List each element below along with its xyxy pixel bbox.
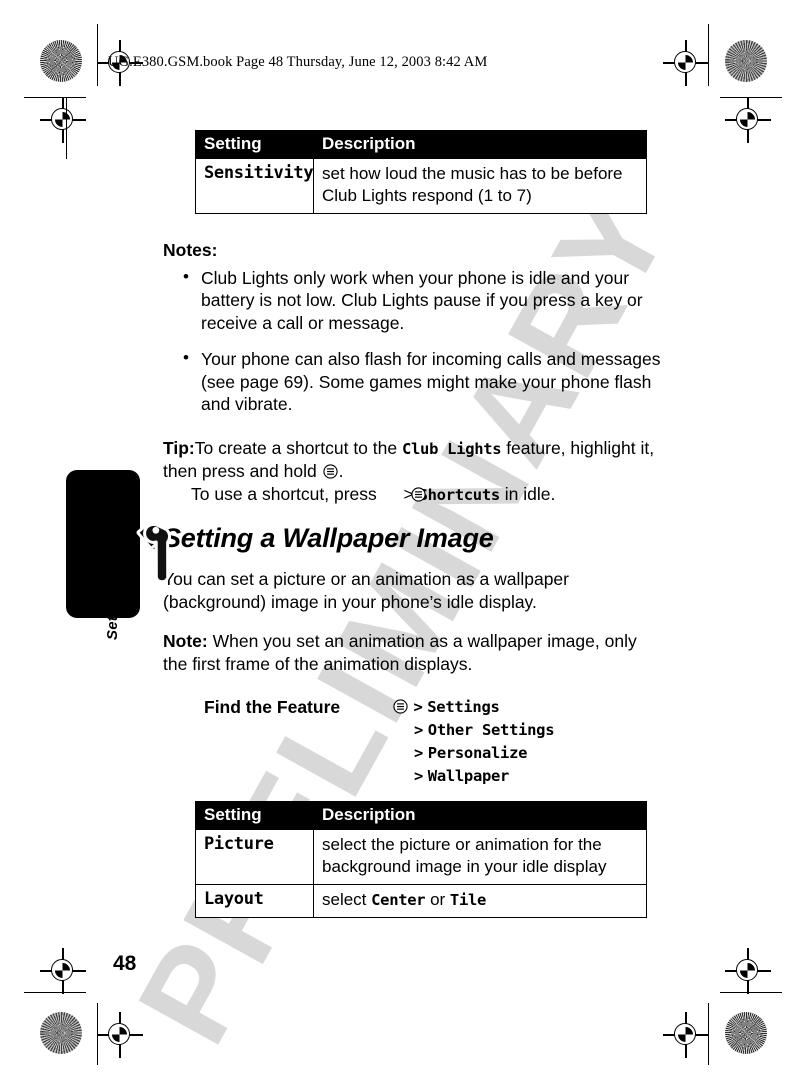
page-number: 48 (113, 952, 137, 975)
tip-paragraph-second: To use a shortcut, press > Shortcuts in … (163, 483, 663, 506)
notes-list: • Club Lights only work when your phone … (163, 267, 663, 417)
tip-feature-name: Club Lights (401, 440, 502, 458)
crosshair-mark (40, 97, 86, 143)
option-center: Center (371, 890, 426, 909)
rosette-mark (725, 1012, 767, 1054)
menu-path-row: > Settings (392, 697, 554, 720)
club-lights-settings-table: Setting Description Sensitivity set how … (195, 130, 647, 214)
menu-separator: > (414, 767, 424, 786)
rosette-mark (40, 1012, 82, 1054)
chapter-label: Setting Up Your Phone (104, 473, 121, 640)
description-conjunction: or (425, 889, 450, 909)
trim-line (66, 97, 68, 159)
column-header-description: Description (313, 801, 647, 831)
rosette-mark (725, 40, 767, 82)
menu-path-item-personalize: Personalize (427, 744, 528, 763)
menu-key-icon (383, 485, 426, 502)
bullet-icon: • (183, 347, 189, 367)
setting-description: set how loud the music has to be before … (313, 158, 647, 214)
tip-text-end: . (338, 460, 344, 481)
wrench-screwdriver-icon (136, 523, 171, 584)
rosette-mark (40, 40, 82, 82)
section-note: Note: When you set an animation as a wal… (163, 630, 663, 676)
trim-line (720, 992, 782, 994)
menu-path-row: > Other Settings (392, 720, 555, 743)
bullet-icon: • (183, 266, 189, 286)
trim-line (97, 1003, 99, 1065)
table-row: Sensitivity set how loud the music has t… (195, 158, 647, 214)
section-heading: Setting a Wallpaper Image (163, 523, 494, 554)
column-header-setting: Setting (195, 130, 314, 159)
crosshair-mark (663, 40, 709, 86)
tip-label: Tip: (163, 438, 195, 458)
menu-path: > Settings > Other Settings > Personaliz… (392, 697, 555, 789)
crosshair-mark (663, 1012, 709, 1058)
tip-text-before: To create a shortcut to the (194, 438, 402, 458)
crosshair-mark (725, 948, 771, 994)
menu-separator: > (413, 698, 423, 717)
crosshair-mark (97, 1012, 143, 1058)
find-the-feature-label: Find the Feature (204, 697, 341, 718)
setting-description: select the picture or animation for the … (313, 829, 647, 885)
tip2-menu-name: Shortcuts (418, 485, 501, 504)
trim-line (24, 97, 86, 99)
content-column: Setting Description Sensitivity set how … (163, 130, 663, 918)
menu-separator: > (414, 721, 424, 740)
setting-name: Picture (195, 829, 314, 885)
setting-name: Sensitivity (195, 158, 314, 214)
table-header-row: Setting Description (195, 801, 647, 831)
menu-key-icon (322, 462, 338, 479)
menu-path-row: > Personalize (392, 743, 554, 766)
notes-heading: Notes: (163, 239, 218, 260)
table-row: Picture select the picture or animation … (195, 829, 647, 885)
trim-line (708, 24, 710, 86)
note-label: Note: (163, 630, 208, 651)
note-text: Your phone can also flash for incoming c… (201, 348, 661, 415)
column-header-setting: Setting (195, 801, 314, 831)
trim-line (24, 992, 86, 994)
menu-path-item-settings: Settings (427, 698, 500, 717)
tip2-text-after: in idle. (499, 483, 556, 504)
tip2-text-before: To use a shortcut, press (191, 483, 382, 504)
note-text: When you set an animation as a wallpaper… (163, 630, 637, 674)
document-page: PRELIMINARY UG.E380.GSM.book Page 48 Thu… (0, 0, 807, 1088)
menu-key-icon (393, 699, 408, 714)
file-header: UG.E380.GSM.book Page 48 Thursday, June … (108, 54, 488, 70)
find-the-feature-block: Find the Feature > Settings > Other Sett… (195, 697, 663, 801)
menu-path-row: > Wallpaper (392, 766, 554, 789)
note-text: Club Lights only work when your phone is… (201, 267, 643, 334)
menu-separator: > (414, 744, 424, 763)
list-item: • Club Lights only work when your phone … (163, 267, 663, 335)
crosshair-mark (40, 948, 86, 994)
trim-line (97, 24, 99, 86)
table-header-row: Setting Description (195, 130, 647, 159)
wallpaper-settings-table: Setting Description Picture select the p… (195, 801, 647, 918)
menu-path-item-other-settings: Other Settings (427, 721, 555, 740)
trim-line (708, 1003, 710, 1065)
menu-path-item-wallpaper: Wallpaper (427, 767, 510, 786)
tip-paragraph: Tip:To create a shortcut to the Club Lig… (163, 437, 663, 483)
setting-description: select Center or Tile (313, 883, 647, 918)
column-header-description: Description (313, 130, 647, 159)
table-row: Layout select Center or Tile (195, 883, 647, 918)
description-prefix: select (322, 889, 372, 909)
list-item: • Your phone can also flash for incoming… (163, 348, 663, 416)
trim-line (720, 97, 782, 99)
crosshair-mark (725, 97, 771, 143)
section-body: You can set a picture or an animation as… (163, 569, 569, 612)
setting-name: Layout (195, 883, 314, 918)
option-tile: Tile (449, 890, 487, 909)
